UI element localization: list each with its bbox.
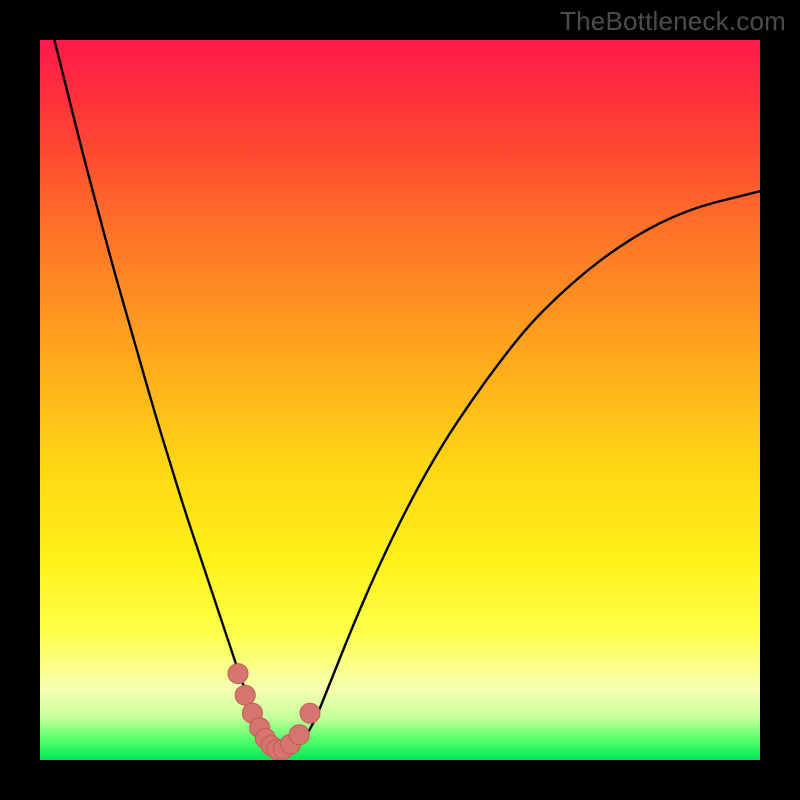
bottleneck-curve-svg <box>40 40 760 760</box>
trough-marker <box>300 703 320 723</box>
trough-markers <box>228 664 320 760</box>
chart-frame: TheBottleneck.com <box>0 0 800 800</box>
plot-area <box>40 40 760 760</box>
watermark-text: TheBottleneck.com <box>560 6 786 37</box>
trough-marker <box>289 725 309 745</box>
trough-marker <box>235 685 255 705</box>
trough-marker <box>228 664 248 684</box>
bottleneck-curve <box>40 0 760 753</box>
